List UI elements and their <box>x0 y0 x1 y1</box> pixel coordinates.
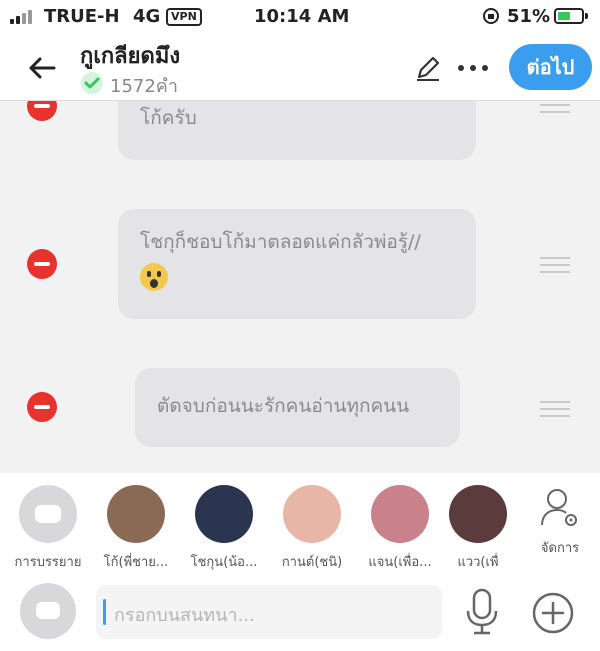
character-name: แจน(เพื่อ... <box>368 555 432 570</box>
message-bubble[interactable]: โก้ครับ <box>118 101 476 160</box>
input-placeholder: กรอกบนสนทนา... <box>114 605 255 626</box>
character-item[interactable]: แจน(เพื่อ... <box>360 485 440 572</box>
message-bubble[interactable]: ตัดจบก่อนนะรักคนอ่านทุกคนน <box>135 368 460 447</box>
story-title: กูเกลียดมึง <box>80 44 181 69</box>
message-input[interactable]: กรอกบนสนทนา... <box>96 585 442 639</box>
narration-toggle-button[interactable] <box>20 583 76 639</box>
scream-emoji-icon <box>140 262 168 291</box>
signal-icon <box>10 10 32 24</box>
character-item[interactable]: กานต์(ชนิ) <box>272 485 352 572</box>
vpn-badge: VPN <box>166 8 202 26</box>
pencil-icon[interactable] <box>414 54 442 82</box>
character-narration[interactable]: การบรรยาย <box>8 485 88 572</box>
battery-icon <box>554 8 584 24</box>
avatar <box>371 485 429 543</box>
character-bar: การบรรยาย โก้(พี่ชาย... โชกุน(น้อ... กาน… <box>0 473 600 573</box>
manage-label: จัดการ <box>540 541 580 556</box>
status-time: 10:14 AM <box>254 6 350 27</box>
drag-handle-icon[interactable] <box>540 401 570 422</box>
message-list[interactable]: โก้ครับ โชกุก็ชอบโก้มาตลอดแค่กลัวพ่อรู้/… <box>0 101 600 473</box>
battery-cap <box>585 13 588 19</box>
message-text: ตัดจบก่อนนะรักคนอ่านทุกคนน <box>157 395 410 417</box>
avatar <box>195 485 253 543</box>
message-text: โก้ครับ <box>140 107 197 129</box>
manage-characters-button[interactable]: จัดการ <box>525 487 595 558</box>
delete-message-button[interactable] <box>27 392 57 422</box>
message-bubble[interactable]: โชกุก็ชอบโก้มาตลอดแค่กลัวพ่อรู้// <box>118 209 476 319</box>
network-label: 4G <box>133 6 161 27</box>
drag-handle-icon[interactable] <box>540 257 570 278</box>
rotation-lock-icon <box>483 8 499 24</box>
editor-header: กูเกลียดมึง 1572คำ ต่อไป <box>0 34 600 100</box>
avatar <box>449 485 507 543</box>
character-item[interactable]: แวว(เพื่ <box>448 485 508 572</box>
character-name: กานต์(ชนิ) <box>281 555 343 570</box>
next-button[interactable]: ต่อไป <box>509 44 592 90</box>
character-name: การบรรยาย <box>14 555 82 570</box>
character-item[interactable]: โชกุน(น้อ... <box>184 485 264 572</box>
delete-message-button[interactable] <box>27 249 57 279</box>
text-caret <box>103 599 106 625</box>
microphone-icon[interactable] <box>462 587 502 637</box>
input-bar: กรอกบนสนทนา... <box>0 573 600 651</box>
message-text: โชกุก็ชอบโก้มาตลอดแค่กลัวพ่อรู้// <box>140 231 421 253</box>
character-name: แวว(เพื่ <box>457 555 499 570</box>
avatar <box>107 485 165 543</box>
battery-percent: 51% <box>507 6 551 27</box>
delete-message-button[interactable] <box>27 101 57 121</box>
word-count: 1572คำ <box>110 76 178 97</box>
check-icon <box>81 72 103 94</box>
narration-icon <box>19 485 77 543</box>
more-options-icon[interactable] <box>458 65 488 71</box>
character-item[interactable]: โก้(พี่ชาย... <box>96 485 176 572</box>
character-name: โชกุน(น้อ... <box>190 555 258 570</box>
carrier-label: TRUE-H <box>44 6 120 27</box>
avatar <box>283 485 341 543</box>
status-bar: TRUE-H 4G VPN 10:14 AM 51% <box>0 0 600 34</box>
add-icon[interactable] <box>531 591 575 635</box>
back-arrow-icon[interactable] <box>22 48 62 88</box>
character-name: โก้(พี่ชาย... <box>103 555 169 570</box>
drag-handle-icon[interactable] <box>540 104 570 118</box>
user-settings-icon <box>541 489 577 526</box>
